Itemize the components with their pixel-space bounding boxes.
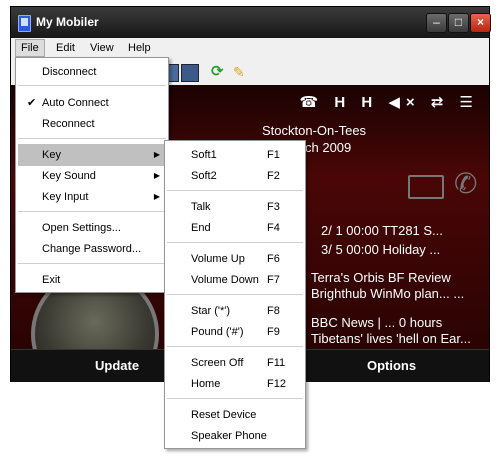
menu-separator <box>167 242 303 243</box>
feed-row[interactable]: Terra's Orbis BF Review <box>311 270 451 285</box>
menu-separator <box>167 294 303 295</box>
submenu-arrow-icon: ▶ <box>153 171 160 180</box>
maximize-button[interactable]: □ <box>448 13 469 33</box>
minimize-button[interactable]: – <box>426 13 447 33</box>
menu-separator <box>167 398 303 399</box>
menu-file[interactable]: File <box>15 39 45 57</box>
date-text: ch 2009 <box>305 140 352 155</box>
menu-item-key-sound[interactable]: Key Sound ▶ <box>18 165 166 187</box>
submenu-arrow-icon: ▶ <box>153 192 160 201</box>
menu-item-end[interactable]: End F4 <box>167 217 303 239</box>
file-menu: Disconnect ✔ Auto Connect Reconnect Key … <box>15 57 169 293</box>
feed-row[interactable]: Tibetans' lives 'hell on Ear... <box>311 331 471 346</box>
menu-item-volume-down[interactable]: Volume Down F7 <box>167 269 303 291</box>
check-icon: ✔ <box>27 97 37 109</box>
menu-item-star[interactable]: Star ('*') F8 <box>167 300 303 322</box>
menu-view[interactable]: View <box>85 40 119 56</box>
menu-item-home[interactable]: Home F12 <box>167 373 303 395</box>
menu-item-talk[interactable]: Talk F3 <box>167 196 303 218</box>
menu-edit[interactable]: Edit <box>51 40 80 56</box>
status-icons: ☎ H H ◀× ⇄ ☰ <box>299 94 479 111</box>
copy-screen-icon[interactable] <box>181 64 199 82</box>
close-button[interactable]: × <box>470 13 491 33</box>
location-text: Stockton-On-Tees <box>262 123 367 138</box>
window-title: My Mobiler <box>36 15 99 29</box>
menu-item-soft1[interactable]: Soft1 F1 <box>167 144 303 166</box>
menu-separator <box>167 346 303 347</box>
menu-item-reconnect[interactable]: Reconnect <box>18 113 166 135</box>
menu-item-key[interactable]: Key ▶ <box>18 144 166 166</box>
menu-separator <box>18 211 166 212</box>
menu-bar: File Edit View Help <box>11 38 489 58</box>
menu-item-screen-off[interactable]: Screen Off F11 <box>167 352 303 374</box>
app-icon <box>18 15 31 32</box>
title-bar: My Mobiler – □ × <box>11 7 491 38</box>
agenda-row[interactable]: 2/ 1 00:00 TT281 S... <box>321 223 443 238</box>
key-submenu: Soft1 F1 Soft2 F2 Talk F3 End F4 Volume … <box>164 140 306 449</box>
mail-icon <box>408 175 444 199</box>
menu-item-volume-up[interactable]: Volume Up F6 <box>167 248 303 270</box>
softkey-options[interactable]: Options <box>367 358 416 373</box>
menu-item-pound[interactable]: Pound ('#') F9 <box>167 321 303 343</box>
softkey-update[interactable]: Update <box>95 358 139 373</box>
menu-separator <box>167 190 303 191</box>
menu-item-disconnect[interactable]: Disconnect <box>18 61 166 83</box>
menu-separator <box>18 138 166 139</box>
submenu-arrow-icon: ▶ <box>153 150 160 159</box>
menu-separator <box>18 85 166 86</box>
menu-item-reset-device[interactable]: Reset Device <box>167 404 303 426</box>
menu-item-soft2[interactable]: Soft2 F2 <box>167 165 303 187</box>
phone-icon: ✆ <box>454 168 478 199</box>
refresh-icon[interactable]: ⟳ <box>211 64 227 80</box>
menu-item-exit[interactable]: Exit <box>18 269 166 291</box>
feed-row[interactable]: Brighthub WinMo plan... ... <box>311 286 464 301</box>
brush-icon[interactable]: ✎ <box>233 64 249 80</box>
menu-item-open-settings[interactable]: Open Settings... <box>18 217 166 239</box>
feed-row[interactable]: BBC News | ... 0 hours <box>311 315 442 330</box>
agenda-row[interactable]: 3/ 5 00:00 Holiday ... <box>321 242 440 257</box>
menu-item-speaker-phone[interactable]: Speaker Phone <box>167 425 303 447</box>
menu-item-key-input[interactable]: Key Input ▶ <box>18 186 166 208</box>
menu-item-change-password[interactable]: Change Password... <box>18 238 166 260</box>
menu-separator <box>18 263 166 264</box>
menu-item-auto-connect[interactable]: ✔ Auto Connect <box>18 92 166 114</box>
menu-help[interactable]: Help <box>123 40 156 56</box>
